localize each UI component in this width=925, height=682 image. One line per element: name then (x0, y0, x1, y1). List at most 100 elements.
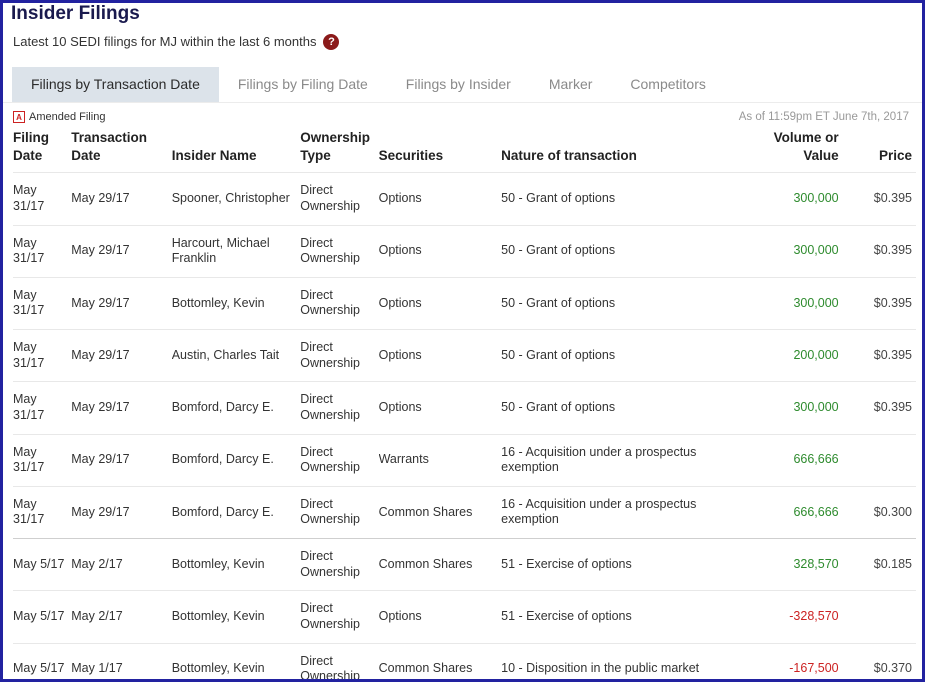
table-row: May 31/17May 29/17Harcourt, Michael Fran… (13, 225, 916, 277)
cell-nature-of-transaction: 16 - Acquisition under a prospectus exem… (501, 486, 752, 538)
cell-securities: Common Shares (379, 643, 502, 682)
cell-volume-or-value: 666,666 (752, 486, 842, 538)
cell-nature-of-transaction: 50 - Grant of options (501, 330, 752, 382)
cell-securities: Options (379, 330, 502, 382)
cell-ownership-type: Direct Ownership (300, 643, 378, 682)
table-row: May 31/17May 29/17Bomford, Darcy E.Direc… (13, 486, 916, 538)
col-header-price: Price (843, 127, 916, 173)
cell-price: $0.395 (843, 225, 916, 277)
cell-ownership-type: Direct Ownership (300, 330, 378, 382)
col-header-filing-date: Filing Date (13, 127, 71, 173)
header-line: Value (752, 147, 838, 165)
cell-volume-or-value: 300,000 (752, 277, 842, 329)
cell-volume-or-value: 300,000 (752, 225, 842, 277)
tab-competitors[interactable]: Competitors (611, 67, 724, 102)
cell-transaction-date: May 29/17 (71, 173, 171, 225)
cell-transaction-date: May 2/17 (71, 539, 171, 591)
cell-volume-or-value: 666,666 (752, 434, 842, 486)
cell-volume-or-value: 300,000 (752, 382, 842, 434)
table-row: May 5/17May 2/17Bottomley, KevinDirect O… (13, 539, 916, 591)
cell-insider-name: Bomford, Darcy E. (172, 486, 301, 538)
cell-securities: Options (379, 277, 502, 329)
col-header-ownership-type: Ownership Type (300, 127, 378, 173)
cell-ownership-type: Direct Ownership (300, 539, 378, 591)
tab-filings-by-insider[interactable]: Filings by Insider (387, 67, 530, 102)
cell-price: $0.300 (843, 486, 916, 538)
cell-transaction-date: May 1/17 (71, 643, 171, 682)
header-line: Ownership (300, 129, 374, 147)
table-row: May 5/17May 1/17Bottomley, KevinDirect O… (13, 643, 916, 682)
cell-transaction-date: May 29/17 (71, 330, 171, 382)
col-header-nature: Nature of transaction (501, 127, 752, 173)
cell-ownership-type: Direct Ownership (300, 591, 378, 643)
amended-filing-legend: A Amended Filing (13, 111, 105, 123)
cell-transaction-date: May 2/17 (71, 591, 171, 643)
cell-price: $0.185 (843, 539, 916, 591)
cell-filing-date: May 31/17 (13, 173, 71, 225)
cell-ownership-type: Direct Ownership (300, 173, 378, 225)
tab-filings-by-filing-date[interactable]: Filings by Filing Date (219, 67, 387, 102)
page-subtitle: Latest 10 SEDI filings for MJ within the… (13, 34, 316, 49)
cell-nature-of-transaction: 51 - Exercise of options (501, 591, 752, 643)
cell-ownership-type: Direct Ownership (300, 434, 378, 486)
cell-ownership-type: Direct Ownership (300, 486, 378, 538)
cell-securities: Common Shares (379, 486, 502, 538)
cell-insider-name: Bottomley, Kevin (172, 643, 301, 682)
cell-transaction-date: May 29/17 (71, 434, 171, 486)
tab-marker[interactable]: Marker (530, 67, 612, 102)
table-row: May 31/17May 29/17Bomford, Darcy E.Direc… (13, 382, 916, 434)
cell-transaction-date: May 29/17 (71, 382, 171, 434)
cell-filing-date: May 31/17 (13, 330, 71, 382)
cell-nature-of-transaction: 50 - Grant of options (501, 225, 752, 277)
table-row: May 5/17May 2/17Bottomley, KevinDirect O… (13, 591, 916, 643)
table-row: May 31/17May 29/17Spooner, ChristopherDi… (13, 173, 916, 225)
col-header-insider-name: Insider Name (172, 127, 301, 173)
tab-bar: Filings by Transaction DateFilings by Fi… (3, 67, 922, 103)
cell-price: $0.395 (843, 330, 916, 382)
cell-nature-of-transaction: 16 - Acquisition under a prospectus exem… (501, 434, 752, 486)
cell-ownership-type: Direct Ownership (300, 225, 378, 277)
cell-price: $0.370 (843, 643, 916, 682)
header-line: Volume or (752, 129, 838, 147)
cell-filing-date: May 31/17 (13, 277, 71, 329)
cell-transaction-date: May 29/17 (71, 225, 171, 277)
cell-volume-or-value: 300,000 (752, 173, 842, 225)
tab-filings-by-transaction-date[interactable]: Filings by Transaction Date (12, 67, 219, 102)
page-title: Insider Filings (3, 3, 922, 25)
cell-filing-date: May 31/17 (13, 225, 71, 277)
cell-volume-or-value: -328,570 (752, 591, 842, 643)
filings-table: Filing Date Transaction Date Insider Nam… (13, 127, 916, 682)
col-header-volume: Volume or Value (752, 127, 842, 173)
cell-securities: Options (379, 591, 502, 643)
table-row: May 31/17May 29/17Austin, Charles TaitDi… (13, 330, 916, 382)
cell-volume-or-value: -167,500 (752, 643, 842, 682)
table-row: May 31/17May 29/17Bottomley, KevinDirect… (13, 277, 916, 329)
cell-transaction-date: May 29/17 (71, 486, 171, 538)
cell-securities: Common Shares (379, 539, 502, 591)
amended-filing-label: Amended Filing (29, 111, 105, 123)
as-of-timestamp: As of 11:59pm ET June 7th, 2017 (739, 111, 909, 123)
cell-filing-date: May 5/17 (13, 591, 71, 643)
cell-insider-name: Bottomley, Kevin (172, 539, 301, 591)
cell-insider-name: Bomford, Darcy E. (172, 382, 301, 434)
header-line: Date (71, 147, 167, 165)
cell-securities: Options (379, 173, 502, 225)
header-line: Transaction (71, 129, 167, 147)
cell-insider-name: Bottomley, Kevin (172, 591, 301, 643)
cell-volume-or-value: 200,000 (752, 330, 842, 382)
cell-transaction-date: May 29/17 (71, 277, 171, 329)
cell-nature-of-transaction: 10 - Disposition in the public market (501, 643, 752, 682)
insider-filings-panel: Insider Filings Latest 10 SEDI filings f… (0, 0, 925, 682)
amended-filing-icon: A (13, 111, 25, 123)
cell-filing-date: May 5/17 (13, 539, 71, 591)
cell-nature-of-transaction: 51 - Exercise of options (501, 539, 752, 591)
cell-filing-date: May 31/17 (13, 434, 71, 486)
cell-securities: Options (379, 382, 502, 434)
help-icon[interactable]: ? (323, 34, 339, 50)
cell-insider-name: Harcourt, Michael Franklin (172, 225, 301, 277)
table-meta-row: A Amended Filing As of 11:59pm ET June 7… (3, 103, 922, 123)
cell-ownership-type: Direct Ownership (300, 382, 378, 434)
table-header-row: Filing Date Transaction Date Insider Nam… (13, 127, 916, 173)
cell-price (843, 434, 916, 486)
cell-filing-date: May 5/17 (13, 643, 71, 682)
